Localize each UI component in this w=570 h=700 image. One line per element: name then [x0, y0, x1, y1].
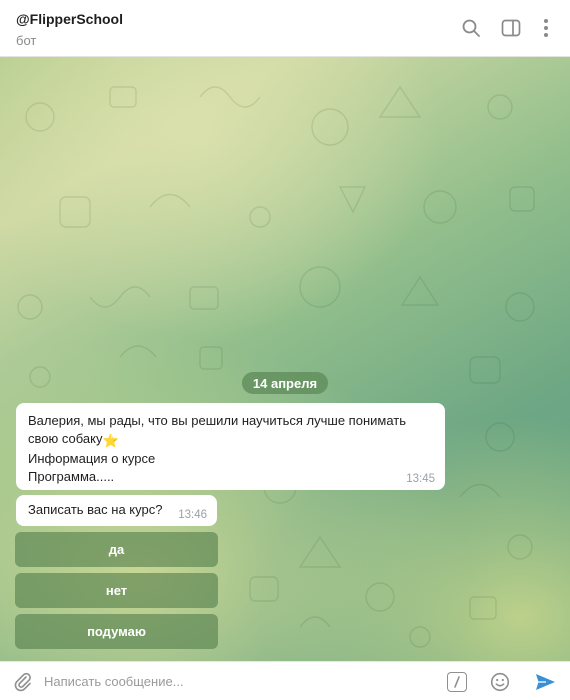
- send-icon[interactable]: [533, 671, 557, 693]
- star-emoji: ⭐: [102, 433, 119, 448]
- emoji-icon[interactable]: [489, 671, 511, 693]
- chat-area: 14 апреля Валерия, мы рады, что вы решил…: [0, 57, 570, 661]
- chat-title[interactable]: @FlipperSchool: [16, 11, 123, 27]
- date-separator: 14 апреля: [242, 372, 328, 394]
- wallpaper-pattern: [17, 85, 535, 648]
- more-vertical-icon[interactable]: [534, 16, 558, 40]
- message-input[interactable]: [44, 668, 434, 694]
- message-line: Информация о курсе: [28, 451, 156, 466]
- keyboard-button-think[interactable]: подумаю: [15, 614, 218, 649]
- paperclip-icon[interactable]: [12, 671, 34, 693]
- message-line: свою собаку⭐: [28, 431, 119, 448]
- chat-subtitle: бот: [16, 33, 37, 48]
- search-icon[interactable]: [459, 16, 483, 40]
- message-bubble: Записать вас на курс? 13:46: [16, 495, 217, 526]
- message-bubble: Валерия, мы рады, что вы решили научитьс…: [16, 403, 445, 490]
- message-composer: [0, 661, 570, 700]
- keyboard-button-yes[interactable]: да: [15, 532, 218, 567]
- message-time: 13:45: [406, 473, 435, 485]
- message-text: Записать вас на курс?: [28, 502, 163, 517]
- keyboard-button-no[interactable]: нет: [15, 573, 218, 608]
- message-line: Программа.....: [28, 469, 115, 484]
- message-time: 13:46: [178, 509, 207, 521]
- sidebar-toggle-icon[interactable]: [499, 16, 523, 40]
- bot-command-icon[interactable]: [447, 672, 467, 692]
- chat-header: @FlipperSchool бот: [0, 0, 570, 57]
- message-line: Валерия, мы рады, что вы решили научитьс…: [28, 413, 406, 428]
